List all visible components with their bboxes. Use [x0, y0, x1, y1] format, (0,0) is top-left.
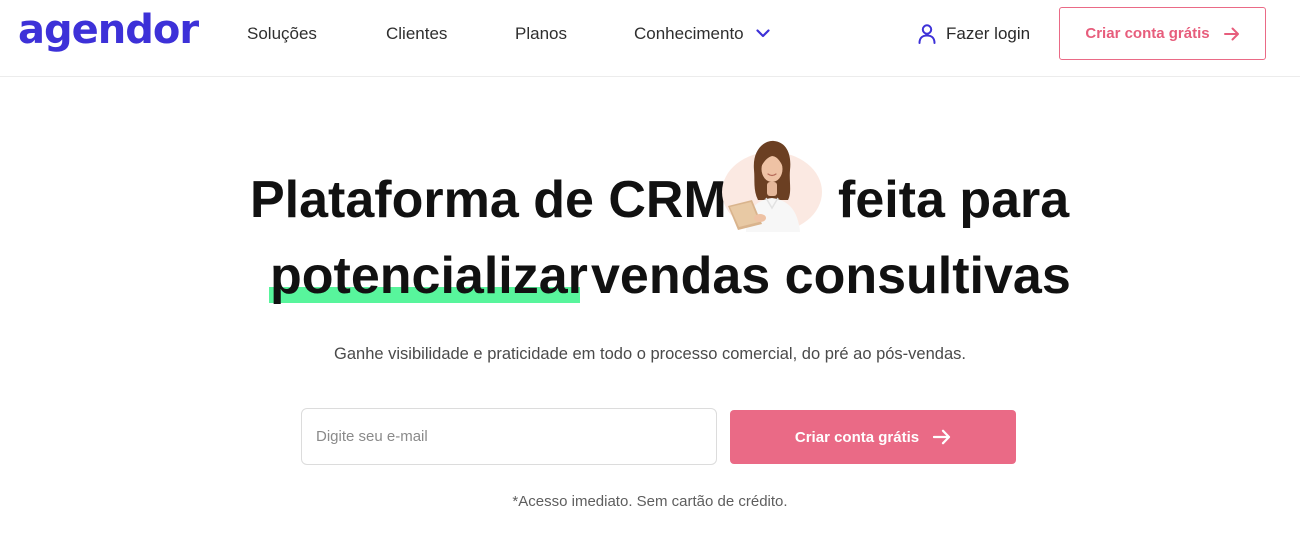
woman-with-clipboard-photo [722, 140, 822, 232]
signup-disclaimer: *Acesso imediato. Sem cartão de crédito. [512, 493, 788, 510]
site-header: agendor Soluções Clientes Planos Conheci… [0, 0, 1300, 77]
headline-part-2: feita para [838, 171, 1070, 229]
headline-part-3: vendas consultivas [591, 247, 1071, 305]
agendor-logo[interactable]: agendor [18, 10, 199, 50]
login-label: Fazer login [946, 24, 1031, 43]
hero-subtitle: Ganhe visibilidade e praticidade em todo… [334, 345, 966, 363]
nav-item-solucoes[interactable]: Soluções [247, 24, 317, 44]
arrow-right-icon [933, 429, 951, 445]
signup-button-label: Criar conta grátis [794, 428, 920, 446]
login-link[interactable]: Fazer login [918, 22, 1030, 46]
user-icon [918, 24, 936, 44]
email-input[interactable] [301, 408, 717, 465]
nav-item-planos[interactable]: Planos [515, 24, 567, 44]
nav-item-conhecimento-label: Conhecimento [634, 24, 744, 43]
header-signup-label: Criar conta grátis [1085, 25, 1210, 42]
chevron-down-icon [756, 28, 770, 37]
arrow-right-icon [1223, 27, 1239, 40]
headline-highlighted-word: potencializar [270, 247, 588, 305]
nav-item-clientes[interactable]: Clientes [386, 24, 447, 44]
signup-button[interactable]: Criar conta grátis [730, 410, 1016, 464]
header-signup-button[interactable]: Criar conta grátis [1059, 7, 1266, 60]
headline-part-1: Plataforma de CRM [250, 171, 727, 229]
nav-item-conhecimento[interactable]: Conhecimento [634, 24, 770, 44]
